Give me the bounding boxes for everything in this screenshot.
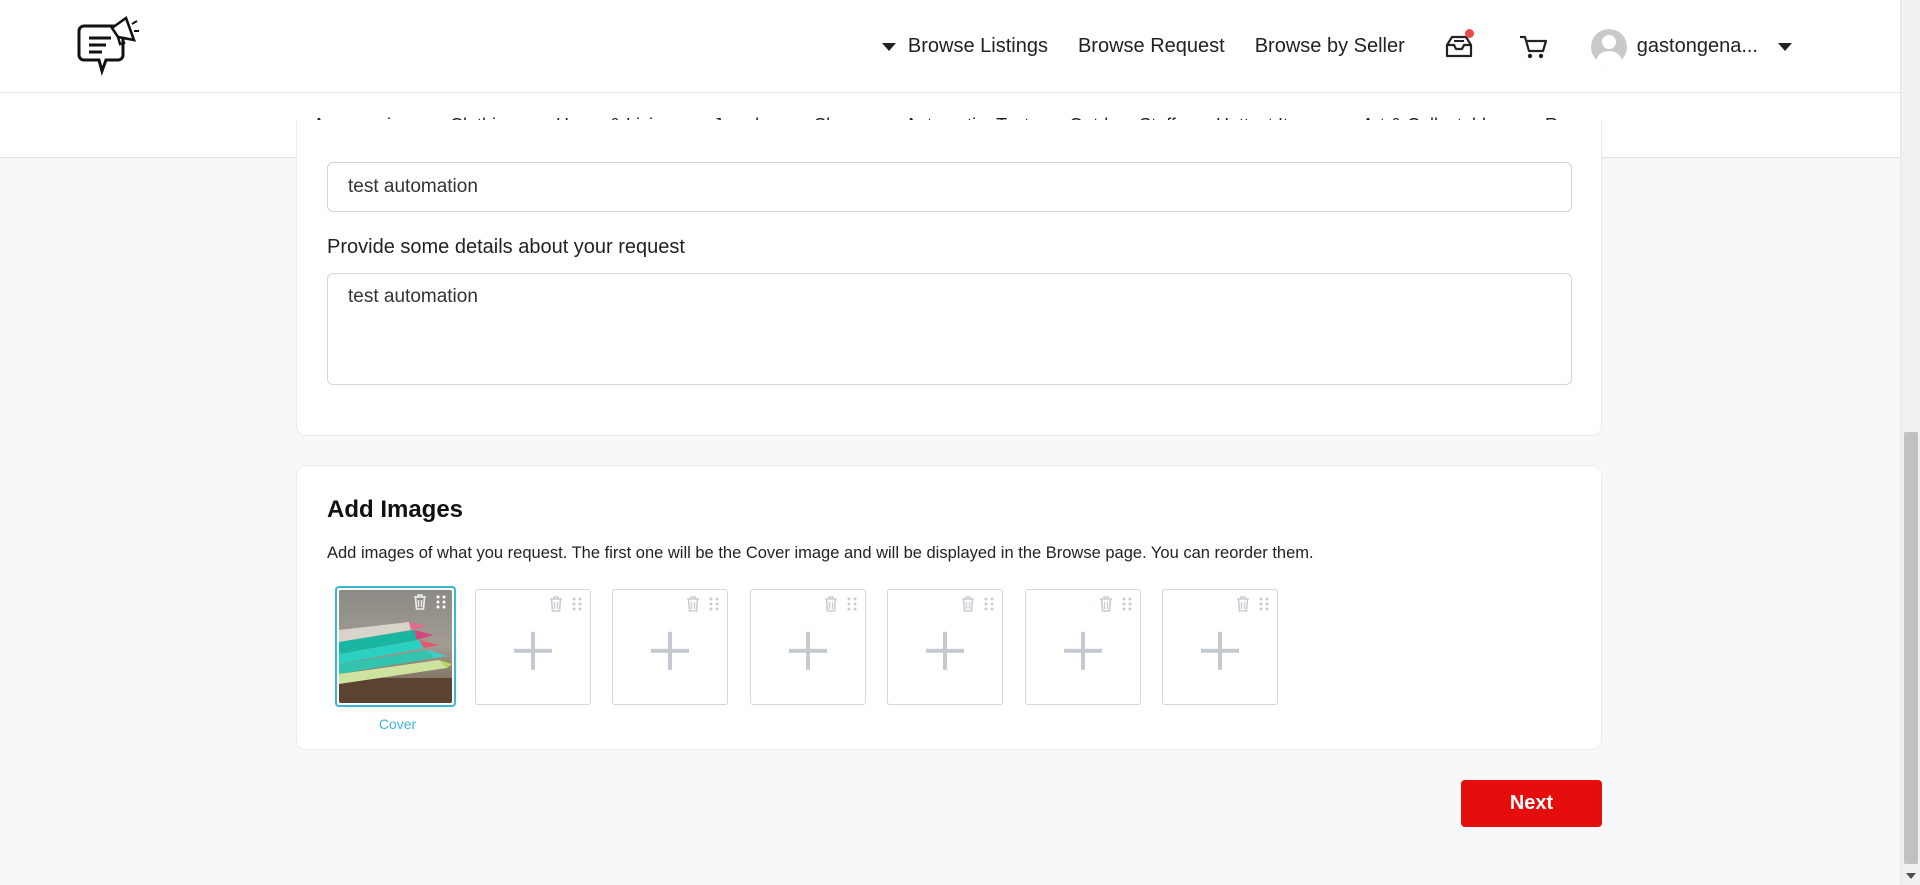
notification-dot bbox=[1464, 28, 1474, 38]
plus-icon bbox=[651, 631, 689, 670]
image-slot-empty[interactable] bbox=[475, 589, 591, 705]
top-nav: Browse Listings Browse Request Browse by… bbox=[852, 0, 1792, 93]
delete-icon[interactable] bbox=[412, 593, 428, 611]
image-slot-empty[interactable] bbox=[1025, 589, 1141, 705]
site-logo[interactable] bbox=[76, 12, 140, 78]
user-name: gastongena... bbox=[1636, 35, 1758, 57]
top-header: Browse Listings Browse Request Browse by… bbox=[0, 0, 1900, 93]
request-details-textarea[interactable]: test automation bbox=[327, 273, 1572, 385]
drag-handle-icon[interactable] bbox=[846, 596, 858, 612]
drag-handle-icon[interactable] bbox=[435, 594, 447, 610]
page-scrollbar[interactable] bbox=[1900, 0, 1920, 885]
cart-icon bbox=[1519, 35, 1547, 58]
request-title-input[interactable]: test automation bbox=[327, 162, 1572, 212]
drag-handle-icon[interactable] bbox=[1121, 596, 1133, 612]
chevron-down-icon bbox=[1778, 42, 1792, 51]
plus-icon bbox=[514, 631, 552, 670]
image-slot-empty[interactable] bbox=[1162, 589, 1278, 705]
delete-icon[interactable] bbox=[1098, 595, 1114, 613]
plus-icon bbox=[1064, 631, 1102, 670]
details-label: Provide some details about your request bbox=[327, 236, 685, 258]
inbox-button[interactable] bbox=[1439, 27, 1479, 67]
image-slot-empty[interactable] bbox=[887, 589, 1003, 705]
cover-label: Cover bbox=[378, 716, 417, 732]
browse-by-seller-link[interactable]: Browse by Seller bbox=[1255, 35, 1405, 58]
request-details-card: test automation Provide some details abo… bbox=[296, 120, 1602, 436]
drag-handle-icon[interactable] bbox=[983, 596, 995, 612]
drag-handle-icon[interactable] bbox=[571, 596, 583, 612]
delete-icon[interactable] bbox=[1235, 595, 1251, 613]
delete-icon[interactable] bbox=[548, 595, 564, 613]
drag-handle-icon[interactable] bbox=[708, 596, 720, 612]
drag-handle-icon[interactable] bbox=[1258, 596, 1270, 612]
browse-listings-label: Browse Listings bbox=[907, 35, 1048, 57]
browse-request-link[interactable]: Browse Request bbox=[1078, 35, 1225, 58]
plus-icon bbox=[1201, 631, 1239, 670]
chevron-down-icon bbox=[881, 42, 896, 51]
plus-icon bbox=[789, 631, 827, 670]
delete-icon[interactable] bbox=[960, 595, 976, 613]
add-images-title: Add Images bbox=[327, 496, 464, 523]
delete-icon[interactable] bbox=[685, 595, 701, 613]
browse-listings-link[interactable]: Browse Listings bbox=[881, 35, 1048, 58]
plus-icon bbox=[926, 631, 964, 670]
image-slot-empty[interactable] bbox=[750, 589, 866, 705]
add-images-card: Add Images Add images of what you reques… bbox=[296, 465, 1602, 750]
scrollbar-thumb[interactable] bbox=[1904, 432, 1918, 864]
add-images-description: Add images of what you request. The firs… bbox=[327, 544, 1314, 562]
user-menu[interactable]: gastongena... bbox=[1590, 28, 1792, 65]
delete-icon[interactable] bbox=[823, 595, 839, 613]
avatar bbox=[1590, 28, 1627, 65]
image-slot-empty[interactable] bbox=[612, 589, 728, 705]
image-slot-cover[interactable]: Cover bbox=[335, 586, 456, 732]
next-button[interactable]: Next bbox=[1461, 780, 1602, 827]
cart-button[interactable] bbox=[1513, 27, 1553, 67]
scroll-down-arrow-icon[interactable] bbox=[1906, 873, 1916, 879]
